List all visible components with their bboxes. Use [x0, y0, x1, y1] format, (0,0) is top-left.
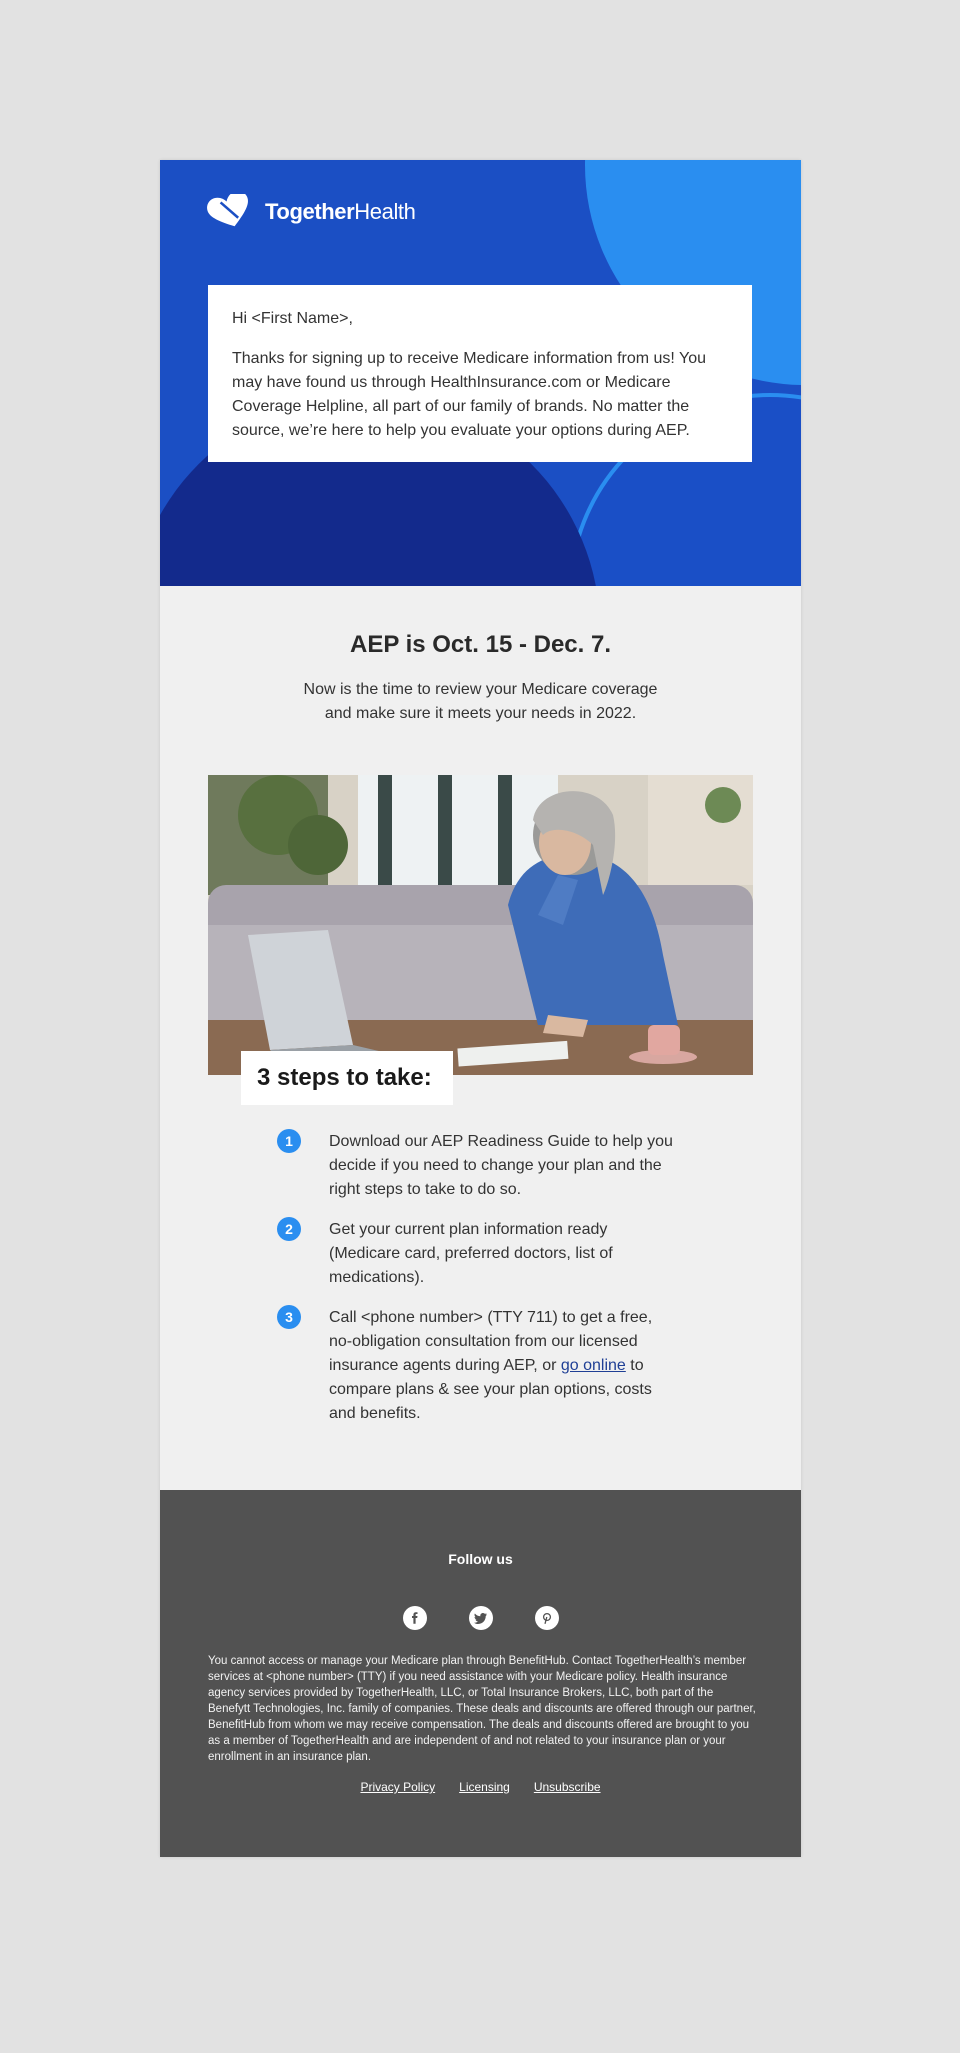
go-online-link[interactable]: go online — [561, 1357, 626, 1374]
greeting-body: Thanks for signing up to receive Medicar… — [232, 350, 707, 439]
social-links — [160, 1606, 801, 1630]
woman-laptop-image — [208, 775, 753, 1075]
hero-banner: TogetherHealth Hi <First Name>, Thanks f… — [160, 160, 801, 586]
heart-icon — [207, 194, 248, 227]
steps-title: 3 steps to take: — [241, 1051, 453, 1105]
facebook-icon[interactable] — [402, 1606, 427, 1630]
licensing-link[interactable]: Licensing — [459, 1780, 510, 1794]
step-item: 3 Call <phone number> (TTY 711) to get a… — [277, 1305, 677, 1426]
step-text: Call <phone number> (TTY 711) to get a f… — [329, 1306, 677, 1426]
unsubscribe-link[interactable]: Unsubscribe — [534, 1780, 601, 1794]
aep-headline: AEP is Oct. 15 - Dec. 7. — [349, 631, 611, 658]
greeting-salutation: Hi <First Name>, — [232, 310, 353, 327]
brand-name-light: Health — [354, 199, 416, 224]
step-number-badge: 2 — [277, 1217, 301, 1241]
step-text: Download our AEP Readiness Guide to help… — [329, 1133, 673, 1198]
step-number-badge: 1 — [277, 1129, 301, 1153]
steps-list: 1 Download our AEP Readiness Guide to he… — [277, 1129, 677, 1426]
step-text: Get your current plan information ready … — [329, 1221, 613, 1286]
privacy-policy-link[interactable]: Privacy Policy — [360, 1780, 435, 1794]
brand-wordmark: TogetherHealth — [265, 199, 416, 225]
step-item: 1 Download our AEP Readiness Guide to he… — [277, 1129, 677, 1202]
legal-disclaimer: You cannot access or manage your Medicar… — [208, 1655, 756, 1763]
step-item: 2 Get your current plan information read… — [277, 1217, 677, 1290]
follow-us-label: Follow us — [448, 1551, 513, 1567]
hero-photo: 3 steps to take: — [208, 775, 753, 1105]
greeting-card: Hi <First Name>, Thanks for signing up t… — [208, 285, 752, 462]
pinterest-icon[interactable] — [534, 1606, 559, 1630]
brand-logo[interactable]: TogetherHealth — [207, 194, 416, 230]
aep-subtext: Now is the time to review your Medicare … — [303, 681, 658, 722]
twitter-icon[interactable] — [468, 1606, 493, 1630]
footer: Follow us You cannot access or manage yo… — [160, 1490, 801, 1857]
email-container: TogetherHealth Hi <First Name>, Thanks f… — [160, 160, 801, 1857]
footer-links: Privacy Policy Licensing Unsubscribe — [160, 1780, 801, 1794]
step-number-badge: 3 — [277, 1305, 301, 1329]
aep-section: AEP is Oct. 15 - Dec. 7. Now is the time… — [160, 586, 801, 726]
brand-name-bold: Together — [265, 199, 355, 224]
